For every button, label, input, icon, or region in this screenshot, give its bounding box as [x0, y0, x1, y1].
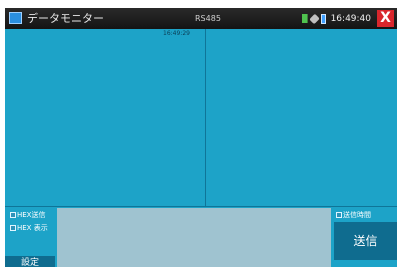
port-title: RS485 [195, 14, 221, 23]
hex-display-label: HEX 表示 [17, 224, 48, 232]
monitor-timestamp: 16:49:29 [163, 30, 190, 37]
send-time-checkbox[interactable]: 送信時間 [336, 210, 371, 220]
title-bar: データモニター RS485 16:49:40 X [5, 8, 397, 29]
app-icon [9, 12, 22, 24]
checkbox-icon [10, 212, 16, 218]
signal-icon [301, 14, 308, 23]
bottom-divider [5, 206, 397, 207]
hex-send-label: HEX送信 [17, 211, 46, 219]
status-clock: 16:49:40 [330, 13, 371, 24]
checkbox-icon [10, 225, 16, 231]
status-area: 16:49:40 [301, 12, 371, 25]
settings-button[interactable]: 設定 [5, 256, 55, 267]
send-button[interactable]: 送信 [334, 222, 397, 260]
battery-icon [320, 13, 326, 24]
hex-send-checkbox[interactable]: HEX送信 [10, 210, 45, 220]
hex-display-checkbox[interactable]: HEX 表示 [10, 223, 48, 233]
app-title: データモニター [27, 12, 104, 25]
plug-icon [308, 13, 320, 24]
send-time-label: 送信時間 [343, 211, 371, 219]
close-icon[interactable]: X [377, 10, 394, 27]
panel-divider [205, 29, 206, 206]
checkbox-icon [336, 212, 342, 218]
send-input-area[interactable] [57, 208, 331, 267]
data-monitor-screen: データモニター RS485 16:49:40 X 16:49:29 HEX送信 … [5, 8, 397, 267]
